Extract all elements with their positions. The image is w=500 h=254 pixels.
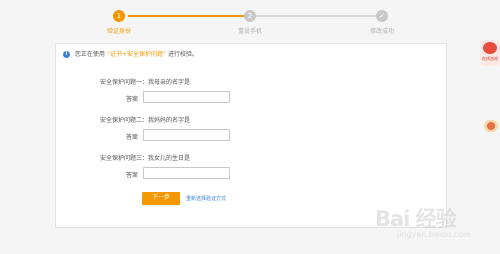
watermark-main: Bai 经验 — [375, 207, 457, 231]
next-button[interactable]: 下一步 — [142, 192, 180, 205]
notice-method: “证书+安全保护问题” — [106, 51, 167, 58]
online-service-widget[interactable]: 在线咨询 — [480, 40, 500, 66]
page: 1 验证身份 2 重设手机 ✓ 修改成功 i 您正在使用 “证书+安全保护问题”… — [0, 0, 500, 254]
step-1-label: 验证身份 — [106, 28, 131, 35]
online-service-label: 在线咨询 — [482, 56, 498, 61]
step-2-dot: 2 — [244, 10, 256, 22]
verification-notice: i 您正在使用 “证书+安全保护问题” 进行校验。 — [63, 49, 440, 61]
answer-2-label: 答案 — [125, 134, 138, 141]
notice-suffix: 进行校验。 — [168, 51, 199, 58]
answer-3-label: 答案 — [125, 172, 138, 179]
mascot-icon — [483, 42, 497, 54]
watermark-logo: Bai 经验 jingyan.baidu.com — [375, 203, 495, 251]
verification-card: i 您正在使用 “证书+安全保护问题” 进行校验。 安全保护问题一：我母亲的名字… — [55, 43, 447, 228]
question-1-label: 安全保护问题一：我母亲的名字是 — [100, 79, 191, 86]
ball-icon — [487, 122, 495, 130]
progress-steps: 1 验证身份 2 重设手机 ✓ 修改成功 — [0, 9, 500, 37]
info-icon: i — [63, 51, 70, 58]
side-float-widget[interactable] — [484, 120, 498, 132]
answer-2-input[interactable] — [143, 129, 230, 141]
step-2-label: 重设手机 — [237, 28, 262, 35]
step-line-2 — [256, 15, 376, 17]
notice-prefix: 您正在使用 — [74, 51, 105, 58]
answer-1-label: 答案 — [125, 96, 138, 103]
answer-3-input[interactable] — [143, 167, 230, 179]
watermark-url: jingyan.baidu.com — [397, 230, 471, 239]
step-line-1 — [128, 15, 244, 17]
step-1-dot: 1 — [113, 10, 125, 22]
question-2-label: 安全保护问题二：我妈妈的名字是 — [100, 117, 191, 124]
reselect-method-link[interactable]: 重新选择验证方式 — [186, 195, 226, 202]
answer-1-input[interactable] — [143, 91, 230, 103]
step-3-label: 修改成功 — [369, 28, 394, 35]
question-3-label: 安全保护问题三：我女儿的生日是 — [100, 155, 191, 162]
step-3-dot: ✓ — [376, 10, 388, 22]
